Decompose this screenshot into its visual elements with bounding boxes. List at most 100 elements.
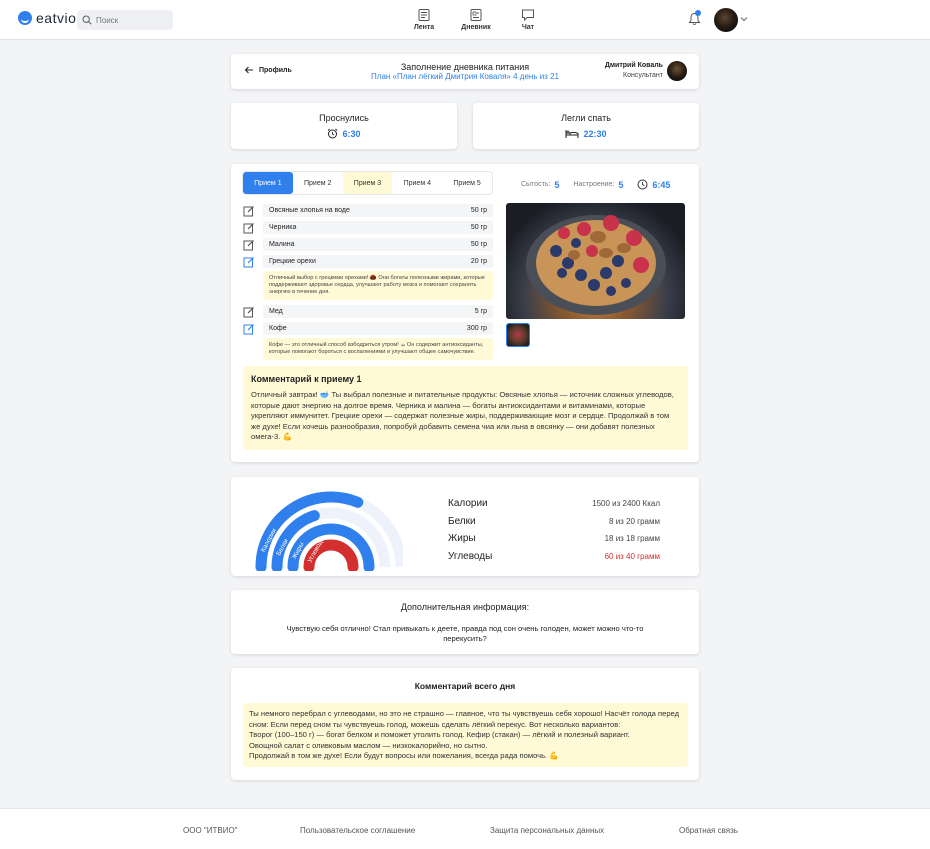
food-item[interactable]: Кофе 300 гр bbox=[263, 322, 493, 335]
sleep-card: Легли спать 22:30 bbox=[473, 103, 699, 149]
consultant-info: Дмитрий Коваль Консультант bbox=[605, 62, 663, 79]
food-amount: 50 гр bbox=[470, 224, 487, 231]
notification-badge bbox=[695, 10, 701, 16]
food-row: Кофе 300 гр bbox=[243, 320, 493, 337]
food-amount: 20 гр bbox=[470, 258, 487, 265]
extra-info-card: Дополнительная информация: Чувствую себя… bbox=[231, 590, 699, 654]
footer-privacy-link[interactable]: Защита персональных данных bbox=[490, 826, 604, 835]
wake-time: 6:30 bbox=[342, 128, 361, 139]
meal-time[interactable]: 6:45 bbox=[637, 179, 670, 190]
alarm-clock-icon bbox=[328, 128, 338, 139]
satiety-value: 5 bbox=[554, 179, 560, 190]
meal-card: Прием 1 Прием 2 Прием 3 Прием 4 Прием 5 … bbox=[231, 164, 699, 462]
chat-icon bbox=[522, 9, 534, 22]
consultant-tip: Отличный выбор с грецкими орехами! 🌰 Они… bbox=[263, 271, 493, 300]
main-nav: Лента Дневник Чат bbox=[400, 8, 552, 31]
nutrition-row-fat: Жиры 18 из 18 грамм bbox=[448, 530, 660, 548]
diary-icon bbox=[470, 9, 482, 21]
tab-meal-3[interactable]: Прием 3 bbox=[342, 172, 393, 194]
food-item[interactable]: Грецкие орехи 20 гр bbox=[263, 255, 493, 268]
footer-agreement-link[interactable]: Пользовательское соглашение bbox=[300, 826, 415, 835]
nutrition-row-calories: Калории 1500 из 2400 Ккал bbox=[448, 495, 660, 513]
oatmeal-bowl-image bbox=[526, 215, 666, 315]
edit-icon[interactable] bbox=[243, 306, 255, 318]
mood-value: 5 bbox=[618, 179, 624, 190]
food-name: Грецкие орехи bbox=[269, 258, 316, 265]
logo[interactable]: eatvio bbox=[18, 10, 76, 26]
meal-photo[interactable] bbox=[506, 203, 685, 319]
food-row: Овсяные хлопья на воде 50 гр bbox=[243, 202, 493, 219]
nutrition-row-protein: Белки 8 из 20 грамм bbox=[448, 513, 660, 531]
food-list: Овсяные хлопья на воде 50 гр Черника 50 гр… bbox=[243, 202, 493, 363]
food-amount: 300 гр bbox=[466, 325, 487, 332]
food-row: Мед 5 гр bbox=[243, 303, 493, 320]
nav-diary-label: Дневник bbox=[461, 24, 491, 31]
nav-feed-label: Лента bbox=[413, 24, 435, 31]
sleep-label: Легли спать bbox=[561, 113, 611, 123]
edit-icon[interactable] bbox=[243, 256, 255, 268]
logo-text: eatvio bbox=[36, 10, 77, 26]
nutrient-name: Жиры bbox=[448, 533, 476, 545]
satiety-label: Сытость: bbox=[521, 181, 551, 188]
meal-ratings: Сытость: 5 Настроение: 5 6:45 bbox=[521, 179, 670, 190]
food-amount: 50 гр bbox=[470, 241, 487, 248]
sleep-time: 22:30 bbox=[583, 128, 607, 139]
nav-diary[interactable]: Дневник bbox=[452, 8, 500, 31]
chevron-down-icon[interactable] bbox=[740, 16, 748, 22]
food-item[interactable]: Мед 5 гр bbox=[263, 305, 493, 318]
food-item[interactable]: Овсяные хлопья на воде 50 гр bbox=[263, 204, 493, 217]
food-item[interactable]: Черника 50 гр bbox=[263, 221, 493, 234]
tab-meal-5[interactable]: Прием 5 bbox=[442, 172, 492, 194]
notifications-button[interactable] bbox=[688, 10, 701, 29]
food-name: Овсяные хлопья на воде bbox=[269, 207, 350, 214]
search-box[interactable] bbox=[77, 10, 173, 30]
sleep-time-value[interactable]: 22:30 bbox=[473, 128, 699, 139]
nav-feed[interactable]: Лента bbox=[400, 8, 448, 31]
edit-icon[interactable] bbox=[243, 239, 255, 251]
nutrition-row-carbs: Углеводы 60 из 40 грамм bbox=[448, 548, 660, 566]
clock-icon bbox=[637, 179, 648, 190]
food-name: Мед bbox=[269, 308, 283, 315]
footer-company: ООО "ИТВИО" bbox=[183, 826, 238, 835]
consultant-name: Дмитрий Коваль bbox=[604, 62, 663, 69]
consultant-avatar[interactable] bbox=[667, 61, 687, 81]
food-item[interactable]: Малина 50 гр bbox=[263, 238, 493, 251]
nutrient-name: Калории bbox=[448, 498, 488, 510]
extra-info-text: Чувствую себя отлично! Стал привыкать к … bbox=[286, 624, 644, 643]
nutrient-value: 8 из 20 грамм bbox=[609, 516, 660, 526]
day-comment-line: Овощной салат с оливковым маслом — низко… bbox=[249, 740, 488, 750]
food-name: Черника bbox=[269, 224, 297, 231]
day-comment-line: Ты немного перебрал с углеводами, но это… bbox=[249, 709, 680, 729]
edit-icon[interactable] bbox=[243, 222, 255, 234]
user-avatar[interactable] bbox=[714, 8, 738, 32]
nutrient-value: 1500 из 2400 Ккал bbox=[592, 499, 660, 509]
day-comment-body: Ты немного перебрал с углеводами, но это… bbox=[243, 703, 688, 767]
nav-chat[interactable]: Чат bbox=[504, 8, 552, 31]
meal-photo-thumbnail[interactable] bbox=[506, 323, 530, 347]
meal-comment-text: Отличный завтрак! 🥣 Ты выбрал полезные и… bbox=[251, 390, 674, 441]
nutrient-value: 18 из 18 грамм bbox=[604, 534, 660, 544]
edit-icon[interactable] bbox=[243, 205, 255, 217]
footer: ООО "ИТВИО" Пользовательское соглашение … bbox=[0, 808, 930, 849]
food-amount: 50 гр bbox=[470, 207, 487, 214]
food-amount: 5 гр bbox=[474, 308, 487, 315]
nutrient-value: 60 из 40 грамм bbox=[604, 551, 660, 561]
meal-tabs: Прием 1 Прием 2 Прием 3 Прием 4 Прием 5 bbox=[242, 171, 493, 195]
tab-meal-1[interactable]: Прием 1 bbox=[243, 172, 293, 194]
consultant-tip: Кофе — это отличный способ взбодриться у… bbox=[263, 338, 493, 360]
search-input[interactable] bbox=[96, 15, 166, 25]
nutrition-table: Калории 1500 из 2400 Ккал Белки 8 из 20 гр… bbox=[448, 495, 660, 565]
edit-icon[interactable] bbox=[243, 323, 255, 335]
wake-label: Проснулись bbox=[319, 113, 369, 123]
nutrient-name: Белки bbox=[448, 515, 476, 527]
food-row: Черника 50 гр bbox=[243, 219, 493, 236]
search-icon bbox=[82, 15, 92, 25]
meal-comment-title: Комментарий к приему 1 bbox=[251, 374, 362, 384]
tab-meal-2[interactable]: Прием 2 bbox=[293, 172, 343, 194]
tab-meal-4[interactable]: Прием 4 bbox=[392, 172, 442, 194]
footer-feedback-link[interactable]: Обратная связь bbox=[679, 826, 738, 835]
page: eatvio Лента Дневник Чат bbox=[0, 0, 930, 849]
wake-time-value[interactable]: 6:30 bbox=[231, 128, 457, 139]
meal-comment: Комментарий к приему 1 Отличный завтрак!… bbox=[243, 366, 688, 450]
food-name: Малина bbox=[269, 241, 295, 248]
